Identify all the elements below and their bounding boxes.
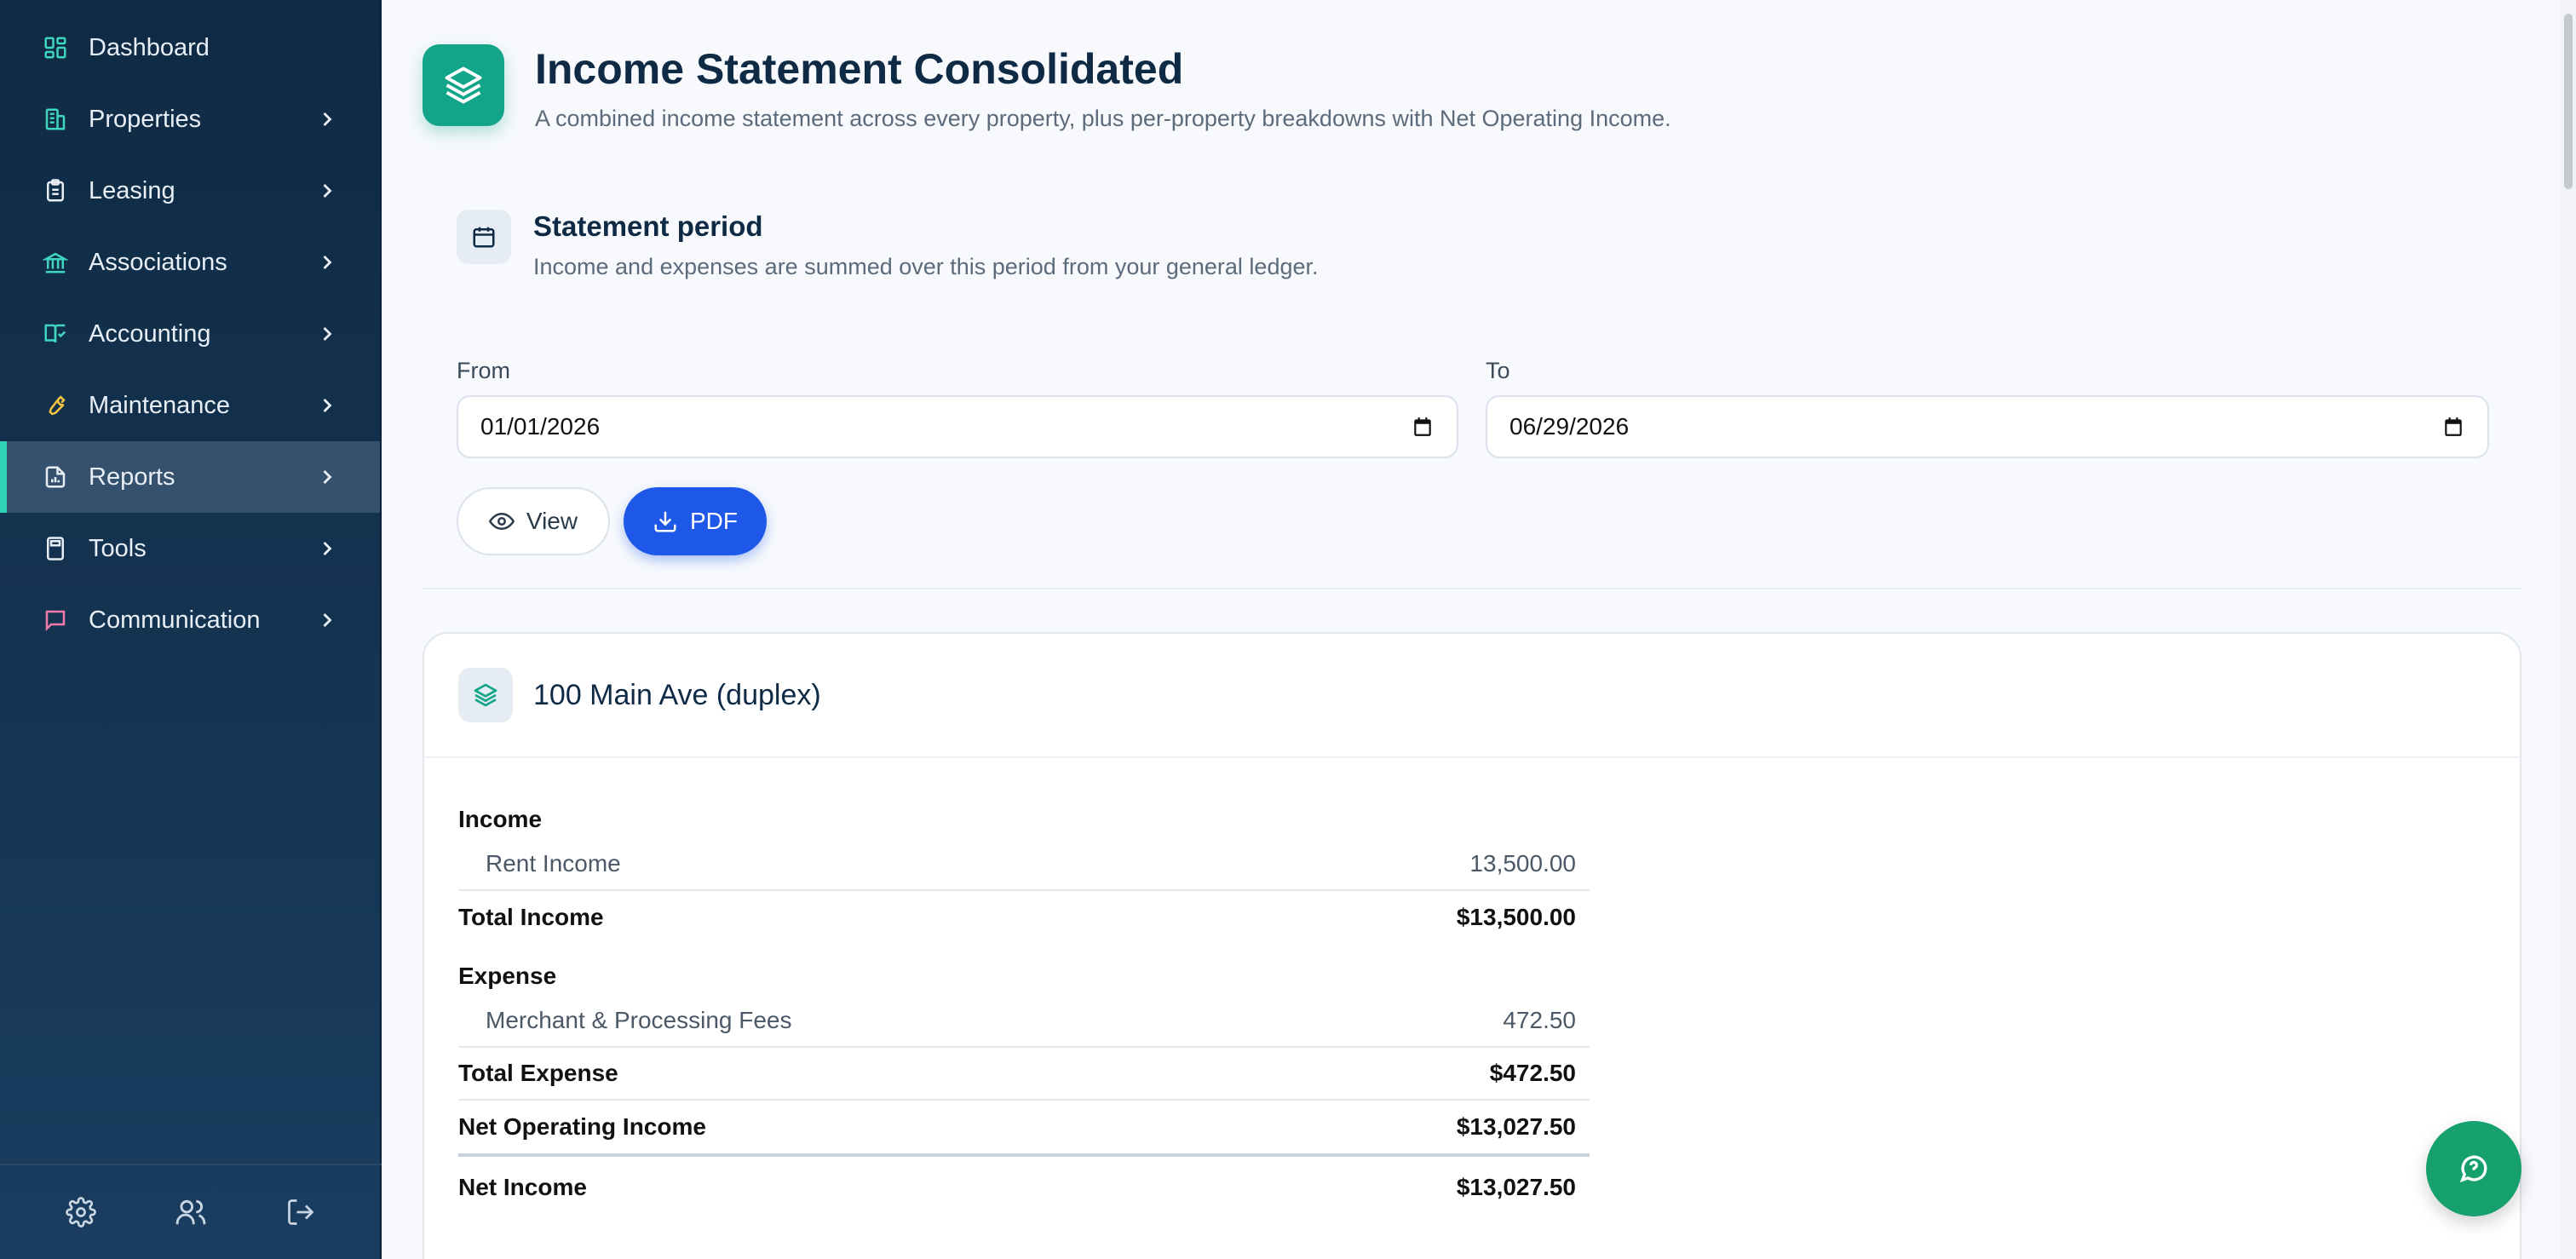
property-title: 100 Main Ave (duplex) xyxy=(533,678,821,711)
help-chat-button[interactable] xyxy=(2426,1121,2521,1216)
sidebar-item-label: Leasing xyxy=(89,176,175,204)
sidebar-item-label: Communication xyxy=(89,606,261,634)
table-row: Rent Income 13,500.00 xyxy=(458,838,1590,891)
property-statement-card: 100 Main Ave (duplex) Income Rent Income… xyxy=(423,632,2521,1259)
sidebar-item-label: Maintenance xyxy=(89,391,231,419)
to-date-input[interactable]: 06/29/2026 xyxy=(1486,395,2489,458)
sidebar-item-dashboard[interactable]: Dashboard xyxy=(0,12,380,83)
chevron-right-icon xyxy=(323,327,332,341)
calendar-icon xyxy=(457,210,511,264)
noi-amount: $13,027.50 xyxy=(1456,1113,1576,1140)
income-section-title: Income xyxy=(458,806,543,832)
total-income-row: Total Income $13,500.00 xyxy=(458,891,1590,944)
sidebar-item-label: Reports xyxy=(89,463,175,491)
dashboard-icon xyxy=(41,33,70,62)
page-header: Income Statement Consolidated A combined… xyxy=(423,44,1671,132)
sidebar: Dashboard Properties Leasing Association… xyxy=(0,0,382,1259)
page-subtitle: A combined income statement across every… xyxy=(535,106,1671,131)
section-title: Statement period xyxy=(533,210,763,242)
from-date-input[interactable]: 01/01/2026 xyxy=(457,395,1458,458)
sidebar-item-communication[interactable]: Communication xyxy=(0,584,380,656)
eye-icon xyxy=(488,512,515,531)
sidebar-item-label: Accounting xyxy=(89,319,211,348)
total-income-label: Total Income xyxy=(458,904,604,930)
sidebar-item-reports[interactable]: Reports xyxy=(0,441,380,513)
table-row: Merchant & Processing Fees 472.50 xyxy=(458,995,1590,1048)
to-label: To xyxy=(1486,358,1510,383)
sidebar-item-label: Dashboard xyxy=(89,33,210,61)
section-description: Income and expenses are summed over this… xyxy=(533,254,1319,279)
account-amount: 13,500.00 xyxy=(1469,850,1576,877)
chevron-right-icon xyxy=(323,112,332,126)
expense-section-title: Expense xyxy=(458,963,557,989)
calendar-picker-icon[interactable] xyxy=(1411,415,1435,439)
total-expense-row: Total Expense $472.50 xyxy=(458,1048,1590,1101)
sidebar-item-properties[interactable]: Properties xyxy=(0,83,380,155)
sidebar-item-label: Tools xyxy=(89,534,147,562)
chevron-right-icon xyxy=(323,256,332,269)
calendar-picker-icon[interactable] xyxy=(2441,415,2465,439)
total-expense-amount: $472.50 xyxy=(1489,1060,1576,1086)
wrench-icon xyxy=(41,391,70,420)
account-name: Merchant & Processing Fees xyxy=(486,1007,792,1033)
noi-label: Net Operating Income xyxy=(458,1113,706,1140)
sidebar-item-tools[interactable]: Tools xyxy=(0,513,380,584)
sidebar-nav: Dashboard Properties Leasing Association… xyxy=(0,0,380,656)
sidebar-footer xyxy=(0,1164,382,1259)
net-income-amount: $13,027.50 xyxy=(1456,1174,1576,1200)
card-header: 100 Main Ave (duplex) xyxy=(424,634,2520,758)
clipboard-icon xyxy=(41,176,70,205)
account-amount: 472.50 xyxy=(1503,1007,1576,1033)
main-content: Income Statement Consolidated A combined… xyxy=(382,0,2561,1259)
scrollbar[interactable] xyxy=(2561,0,2576,1259)
book-icon xyxy=(41,319,70,348)
logout-icon[interactable] xyxy=(280,1192,321,1233)
pdf-button[interactable]: PDF xyxy=(624,487,767,555)
to-date-value: 06/29/2026 xyxy=(1509,413,1630,440)
income-statement-table: Income Rent Income 13,500.00 Total Incom… xyxy=(458,801,1590,1218)
divider xyxy=(423,588,2521,589)
download-icon xyxy=(654,511,676,532)
scrollbar-thumb[interactable] xyxy=(2564,14,2573,189)
sidebar-item-maintenance[interactable]: Maintenance xyxy=(0,370,380,441)
view-button-label: View xyxy=(526,508,578,534)
layers-icon xyxy=(423,44,504,126)
settings-icon[interactable] xyxy=(60,1192,101,1233)
chevron-right-icon xyxy=(323,542,332,555)
sidebar-item-associations[interactable]: Associations xyxy=(0,227,380,298)
noi-row: Net Operating Income $13,027.50 xyxy=(458,1101,1590,1157)
sidebar-item-label: Properties xyxy=(89,105,202,133)
from-date-value: 01/01/2026 xyxy=(480,413,601,440)
layers-icon xyxy=(458,668,513,722)
total-expense-label: Total Expense xyxy=(458,1060,618,1086)
building-icon xyxy=(41,105,70,134)
calculator-icon xyxy=(41,534,70,563)
chevron-right-icon xyxy=(323,613,332,627)
account-name: Rent Income xyxy=(486,850,621,877)
from-label: From xyxy=(457,358,510,383)
chevron-right-icon xyxy=(323,470,332,484)
sidebar-item-label: Associations xyxy=(89,248,227,276)
report-icon xyxy=(41,463,70,492)
pdf-button-label: PDF xyxy=(690,508,738,534)
chat-icon xyxy=(41,606,70,635)
chevron-right-icon xyxy=(323,399,332,412)
view-button[interactable]: View xyxy=(457,487,610,555)
total-income-amount: $13,500.00 xyxy=(1456,904,1576,930)
net-income-label: Net Income xyxy=(458,1174,587,1200)
users-icon[interactable] xyxy=(170,1192,211,1233)
bank-icon xyxy=(41,248,70,277)
sidebar-item-leasing[interactable]: Leasing xyxy=(0,155,380,227)
page-title: Income Statement Consolidated xyxy=(535,45,1184,93)
help-icon xyxy=(2459,1155,2487,1183)
chevron-right-icon xyxy=(323,184,332,198)
statement-period-section: Statement period Income and expenses are… xyxy=(457,210,1319,280)
sidebar-item-accounting[interactable]: Accounting xyxy=(0,298,380,370)
net-income-row: Net Income $13,027.50 xyxy=(458,1157,1590,1218)
